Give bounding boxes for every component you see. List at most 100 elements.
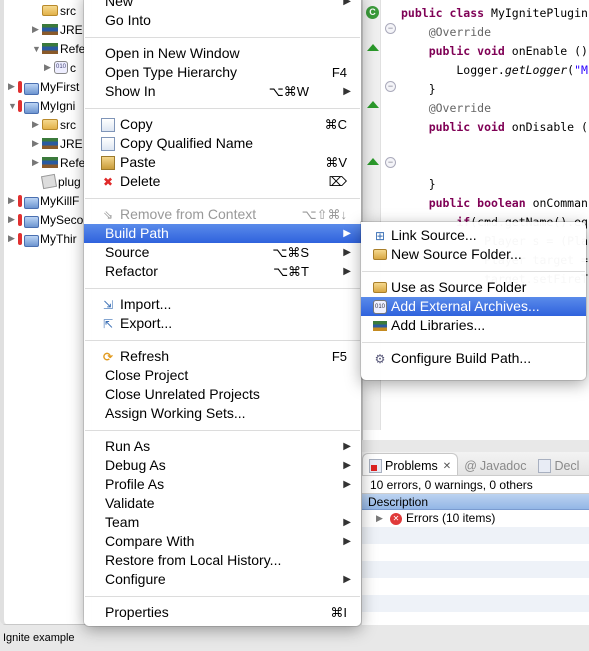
menu-item-team[interactable]: Team ▶	[84, 513, 361, 532]
tree-item[interactable]: ▶ MyKillF	[8, 191, 79, 210]
menu-item-label: Export...	[120, 315, 173, 331]
menu-item-open-type-hierarchy[interactable]: Open Type Hierarchy F4	[84, 63, 361, 82]
expand-arrow-icon[interactable]: ▶	[8, 195, 18, 206]
menu-item-refresh[interactable]: ⟳ Refresh F5	[84, 347, 361, 366]
menu-item-export[interactable]: ⇱ Export...	[84, 314, 361, 333]
menu-item-profile-as[interactable]: Profile As ▶	[84, 475, 361, 494]
tab-declaration[interactable]: Decl	[532, 453, 585, 475]
tree-item[interactable]: ▶ 010 c	[44, 58, 76, 77]
expand-arrow-icon[interactable]: ▼	[32, 44, 42, 54]
tab-javadoc[interactable]: @ Javadoc	[458, 453, 532, 475]
menu-item-configure-build-path[interactable]: ⚙ Configure Build Path...	[361, 349, 586, 368]
table-row-empty	[362, 544, 589, 561]
menu-item-refactor[interactable]: Refactor ⌥⌘T ▶	[84, 262, 361, 281]
menu-item-label: Add Libraries...	[391, 317, 486, 333]
expand-arrow-icon[interactable]: ▶	[32, 24, 42, 35]
menu-item-delete[interactable]: ✖ Delete ⌦	[84, 172, 361, 191]
tree-item[interactable]: ▶ MyFirst	[8, 77, 79, 96]
tree-item[interactable]: ▶ MySeco	[8, 210, 83, 229]
table-row-empty	[362, 578, 589, 595]
column-header-description[interactable]: Description	[362, 494, 589, 510]
code-line: public void onEnable ()	[401, 44, 588, 58]
expand-arrow-icon[interactable]: ▶	[8, 233, 18, 244]
expand-arrow-icon[interactable]: ▼	[8, 101, 18, 111]
submenu-arrow-icon: ▶	[343, 517, 351, 528]
tree-item-label: Refe	[60, 41, 86, 56]
fold-toggle-icon[interactable]: −	[385, 157, 396, 168]
menu-item-assign-working-sets[interactable]: Assign Working Sets...	[84, 404, 361, 423]
tab-problems[interactable]: Problems ✕	[362, 453, 459, 475]
menu-separator	[85, 430, 360, 431]
shortcut-label: ⌘I	[330, 605, 347, 620]
tree-item[interactable]: src	[32, 1, 76, 20]
menu-item-open-in-new-window[interactable]: Open in New Window	[84, 44, 361, 63]
jar-icon: 010	[54, 61, 68, 74]
submenu-arrow-icon: ▶	[343, 86, 351, 97]
menu-item-label: Remove from Context	[120, 206, 257, 222]
menu-item-build-path[interactable]: Build Path ▶	[84, 224, 361, 243]
menu-item-copy-qualified-name[interactable]: Copy Qualified Name	[84, 134, 361, 153]
menu-item-properties[interactable]: Properties ⌘I	[84, 603, 361, 622]
class-icon: C	[366, 6, 379, 19]
menu-item-source[interactable]: Source ⌥⌘S ▶	[84, 243, 361, 262]
expand-arrow-icon[interactable]: ▶	[8, 214, 18, 225]
fold-toggle-icon[interactable]: −	[385, 81, 396, 92]
tree-item[interactable]: ▶ JRE	[32, 134, 83, 153]
tree-item[interactable]: ▶ MyThir	[8, 229, 77, 248]
menu-item-add-libraries[interactable]: Add Libraries...	[361, 316, 586, 335]
menu-item-label: Go Into	[105, 12, 151, 28]
source-folder-icon	[42, 5, 58, 16]
menu-item-configure[interactable]: Configure ▶	[84, 570, 361, 589]
menu-item-link-source[interactable]: ⊞ Link Source...	[361, 226, 586, 245]
menu-item-label: Restore from Local History...	[105, 552, 282, 568]
fold-toggle-icon[interactable]: −	[385, 23, 396, 34]
menu-item-restore-from-local-history[interactable]: Restore from Local History...	[84, 551, 361, 570]
project-error-icon	[18, 232, 39, 247]
code-token: getLogger	[504, 63, 568, 77]
tree-item[interactable]: ▼ Refe	[32, 39, 85, 58]
close-icon[interactable]: ✕	[443, 461, 451, 472]
expand-arrow-icon[interactable]: ▶	[32, 138, 42, 149]
menu-item-compare-with[interactable]: Compare With ▶	[84, 532, 361, 551]
shortcut-label: ⌘V	[325, 155, 347, 170]
menu-item-validate[interactable]: Validate	[84, 494, 361, 513]
submenu-arrow-icon: ▶	[343, 441, 351, 452]
table-row[interactable]: ▶ ✕ Errors (10 items)	[362, 510, 589, 527]
source-folder-icon	[42, 119, 58, 130]
menu-item-paste[interactable]: Paste ⌘V	[84, 153, 361, 172]
status-bar: Ignite example	[0, 626, 589, 651]
tree-item[interactable]: ▼ MyIgni	[8, 96, 75, 115]
menu-item-new[interactable]: New ▶	[84, 0, 361, 11]
menu-item-label: Open in New Window	[105, 45, 240, 61]
expand-arrow-icon[interactable]: ▶	[44, 62, 54, 73]
menu-item-import[interactable]: ⇲ Import...	[84, 295, 361, 314]
menu-item-close-unrelated-projects[interactable]: Close Unrelated Projects	[84, 385, 361, 404]
expand-arrow-icon[interactable]: ▶	[32, 119, 42, 130]
menu-separator	[85, 288, 360, 289]
tree-item[interactable]: ▶ Refe	[32, 153, 85, 172]
menu-item-use-as-source-folder[interactable]: Use as Source Folder	[361, 278, 586, 297]
tree-item[interactable]: ▶ src	[32, 115, 76, 134]
menu-item-go-into[interactable]: Go Into	[84, 11, 361, 30]
code-token: "M	[574, 63, 588, 77]
tree-item[interactable]: ▶ JRE	[32, 20, 83, 39]
expand-arrow-icon[interactable]: ▶	[32, 157, 42, 168]
menu-item-label: Link Source...	[391, 227, 477, 243]
menu-item-label: Add External Archives...	[391, 298, 540, 314]
menu-item-close-project[interactable]: Close Project	[84, 366, 361, 385]
expand-arrow-icon[interactable]: ▶	[8, 81, 18, 92]
menu-item-add-external-archives[interactable]: 010 Add External Archives...	[361, 297, 586, 316]
expand-arrow-icon[interactable]: ▶	[376, 510, 386, 527]
menu-item-debug-as[interactable]: Debug As ▶	[84, 456, 361, 475]
build-path-submenu: ⊞ Link Source... New Source Folder... Use a…	[361, 222, 586, 380]
menu-item-copy[interactable]: Copy ⌘C	[84, 115, 361, 134]
menu-separator	[85, 340, 360, 341]
menu-item-label: Refactor	[105, 263, 158, 279]
menu-item-new-source-folder[interactable]: New Source Folder...	[361, 245, 586, 264]
new-source-folder-icon	[373, 249, 387, 260]
submenu-arrow-icon: ▶	[343, 460, 351, 471]
menu-item-run-as[interactable]: Run As ▶	[84, 437, 361, 456]
tree-item[interactable]: plug	[32, 172, 81, 191]
menu-item-show-in[interactable]: Show In ⌥⌘W ▶	[84, 82, 361, 101]
code-line: }	[401, 82, 436, 96]
